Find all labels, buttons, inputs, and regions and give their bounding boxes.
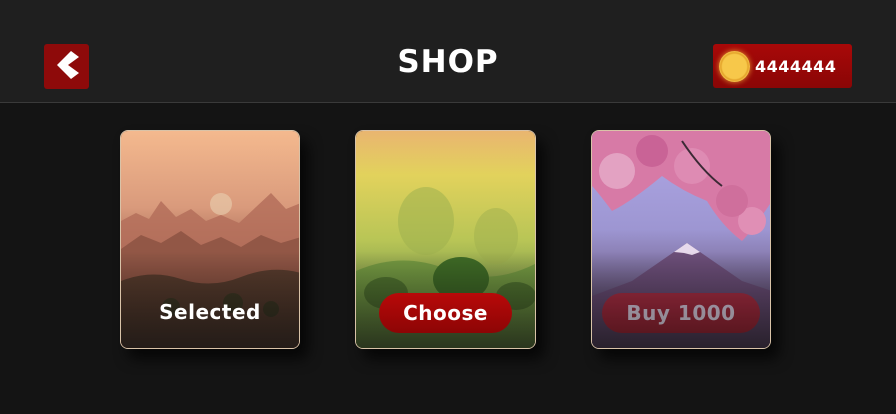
buy-button[interactable]: Buy 1000 [602,293,760,333]
coin-balance: 4444444 [713,44,852,88]
selected-label: Selected [159,300,261,324]
top-bar: SHOP 4444444 [0,0,896,103]
coin-icon [719,50,750,82]
coin-amount: 4444444 [755,56,837,76]
theme-card-cherry-blossom[interactable]: Buy 1000 [591,130,771,349]
theme-card-mountains[interactable]: Selected [120,130,300,349]
theme-card-forest[interactable]: Choose [355,130,536,349]
choose-button[interactable]: Choose [379,293,512,333]
